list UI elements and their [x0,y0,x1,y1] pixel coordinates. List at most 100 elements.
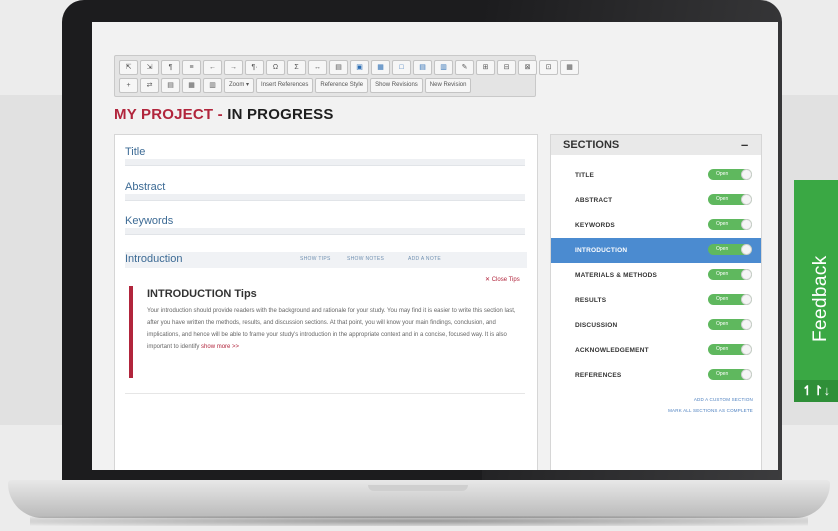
feedback-tab[interactable]: Feedback ↿↾↓ [794,180,838,402]
keywords-field-label: Keywords [125,215,174,227]
toolbar-icon-button[interactable]: ⊟ [497,59,516,75]
laptop-notch [368,485,468,491]
toolbar-icon-button[interactable]: ▤ [413,59,432,75]
laptop-screen: ⇱ ⇲ ¶ ≡ ← → ¶· Ω Σ ↔ ▤ ▣ ▦ □ ▤ ▥ ✎ ⊞ ⊟ ⊠ ⊡ ▦ + ⇄ ▤ ▦ ▥ Zoom ▾ Ins… [92,22,778,470]
feedback-label: Feedback [810,255,831,342]
insert-references-button[interactable]: Insert References [256,77,314,93]
section-toggle[interactable]: Open [708,269,752,280]
section-label: KEYWORDS [575,222,615,229]
toolbar-icon-button[interactable]: ⊞ [476,59,495,75]
toggle-knob [741,244,752,255]
toggle-label: Open [716,271,729,277]
toolbar-icon-button[interactable]: ≡ [182,59,201,75]
toolbar-row-formatting: ⇱ ⇲ ¶ ≡ ← → ¶· Ω Σ ↔ ▤ ▣ ▦ □ ▤ ▥ ✎ ⊞ ⊟ ⊠ ⊡ ▦ [119,59,579,75]
add-custom-section-link[interactable]: ADD A CUSTOM SECTION [694,397,753,402]
section-item-abstract[interactable]: ABSTRACT Open [551,188,761,213]
toggle-knob [741,319,752,330]
toggle-label: Open [716,371,729,377]
toolbar-icon-button[interactable]: ▥ [203,77,222,93]
tips-accent-bar [129,286,133,378]
toggle-knob [741,369,752,380]
toolbar-icon-button[interactable]: □ [392,59,411,75]
section-toggle[interactable]: Open [708,244,752,255]
add-note-link[interactable]: ADD A NOTE [408,256,441,262]
toolbar-icon-button[interactable]: ¶ [161,59,180,75]
toggle-label: Open [716,296,729,302]
toolbar-icon-button[interactable]: ⊡ [539,59,558,75]
toolbar-icon-button[interactable]: ▦ [182,77,201,93]
sections-title: SECTIONS [563,139,620,151]
editor-toolbar: ⇱ ⇲ ¶ ≡ ← → ¶· Ω Σ ↔ ▤ ▣ ▦ □ ▤ ▥ ✎ ⊞ ⊟ ⊠ ⊡ ▦ + ⇄ ▤ ▦ ▥ Zoom ▾ Ins… [114,55,579,97]
toolbar-icon-button[interactable]: + [119,77,138,93]
toolbar-icon-button[interactable]: Ω [266,59,285,75]
section-item-keywords[interactable]: KEYWORDS Open [551,213,761,238]
sections-panel: SECTIONS – TITLE Open ABSTRACT Open KEYWORDS… [550,134,762,470]
title-separator: - [217,106,223,123]
toolbar-icon-button[interactable]: ▤ [329,59,348,75]
new-revision-button[interactable]: New Revision [424,77,472,93]
toolbar-icon-button[interactable]: ✎ [455,59,474,75]
document-editor: Title Abstract Keywords Introduction SHO… [114,134,538,470]
section-toggle[interactable]: Open [708,344,752,355]
section-toggle[interactable]: Open [708,169,752,180]
section-label: RESULTS [575,297,607,304]
show-notes-link[interactable]: SHOW NOTES [347,256,384,262]
mark-all-complete-link[interactable]: MARK ALL SECTIONS AS COMPLETE [668,408,753,413]
section-toggle[interactable]: Open [708,219,752,230]
toggle-label: Open [716,171,729,177]
toolbar-icon-button[interactable]: ⇱ [119,59,138,75]
toolbar-icon-button[interactable]: ⇄ [140,77,159,93]
section-item-references[interactable]: REFERENCES Open [551,363,761,388]
section-label: TITLE [575,172,595,179]
chevron-down-icon: ▾ [246,81,250,88]
show-tips-link[interactable]: SHOW TIPS [300,256,331,262]
toolbar-icon-button[interactable]: ↔ [308,59,327,75]
section-item-discussion[interactable]: DISCUSSION Open [551,313,761,338]
section-label: ACKNOWLEDGEMENT [575,347,649,354]
section-item-materials-methods[interactable]: MATERIALS & METHODS Open [551,263,761,288]
tips-text: Your introduction should provide readers… [147,308,516,350]
toolbar-icon-button[interactable]: ▤ [161,77,180,93]
section-label: MATERIALS & METHODS [575,272,658,279]
section-item-title[interactable]: TITLE Open [551,163,761,188]
toggle-knob [741,344,752,355]
toolbar-icon-button[interactable]: ▥ [434,59,453,75]
zoom-select[interactable]: Zoom ▾ [224,77,255,93]
section-toggle[interactable]: Open [708,294,752,305]
section-toggle[interactable]: Open [708,194,752,205]
toggle-label: Open [716,346,729,352]
reference-style-button[interactable]: Reference Style [315,77,369,93]
toggle-label: Open [716,196,729,202]
show-more-link[interactable]: show more >> [201,344,239,350]
section-toggle[interactable]: Open [708,369,752,380]
project-name: MY PROJECT [114,106,214,123]
toggle-knob [741,294,752,305]
feedback-icon: ↿↾↓ [794,380,838,402]
abstract-field[interactable]: Abstract [125,180,527,201]
section-item-introduction[interactable]: INTRODUCTION Open [551,238,761,263]
toolbar-icon-button[interactable]: Σ [287,59,306,75]
toolbar-icon-button[interactable]: ⇲ [140,59,159,75]
show-revisions-button[interactable]: Show Revisions [370,77,423,93]
section-label: DISCUSSION [575,322,618,329]
toolbar-icon-button[interactable]: ▦ [560,59,579,75]
keywords-field[interactable]: Keywords [125,214,527,235]
section-label: REFERENCES [575,372,622,379]
toolbar-icon-button[interactable]: ⊠ [518,59,537,75]
introduction-text-area[interactable] [125,393,525,470]
toolbar-icon-button[interactable]: ▣ [350,59,369,75]
abstract-field-label: Abstract [125,181,166,193]
toolbar-icon-button[interactable]: ▦ [371,59,390,75]
toolbar-icon-button[interactable]: ¶· [245,59,264,75]
section-toggle[interactable]: Open [708,319,752,330]
section-item-acknowledgement[interactable]: ACKNOWLEDGEMENT Open [551,338,761,363]
toggle-label: Open [716,246,729,252]
toolbar-icon-button[interactable]: ← [203,59,222,75]
introduction-header: Introduction SHOW TIPS SHOW NOTES ADD A … [125,252,527,268]
toolbar-icon-button[interactable]: → [224,59,243,75]
toggle-label: Open [716,221,729,227]
section-item-results[interactable]: RESULTS Open [551,288,761,313]
title-field[interactable]: Title [125,145,527,166]
collapse-button[interactable]: – [741,137,748,152]
close-tips-button[interactable]: ✕ Close Tips [485,276,520,283]
